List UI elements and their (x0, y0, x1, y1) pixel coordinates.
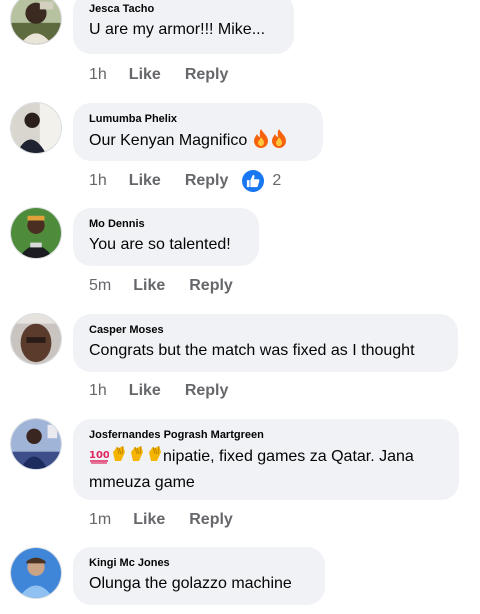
avatar[interactable] (10, 102, 62, 154)
comment-text-body: Our Kenyan Magnifico (89, 132, 248, 149)
like-button[interactable]: Like (133, 511, 165, 529)
like-button[interactable]: Like (129, 66, 161, 84)
reaction-summary[interactable]: 2 (242, 170, 281, 192)
comment-bubble: Mo Dennis You are so talented! (73, 208, 259, 266)
like-button[interactable]: Like (129, 382, 161, 400)
comment-actions: 1h Like Reply (89, 381, 252, 401)
comment-bubble: Josfernandes Pogrash Martgreen 100 nipati… (73, 419, 459, 500)
comment-author[interactable]: Mo Dennis (89, 217, 242, 231)
comment-timestamp[interactable]: 1h (89, 66, 107, 84)
comment-bubble: Kingi Mc Jones Olunga the golazzo machin… (73, 547, 325, 605)
svg-text:100: 100 (89, 450, 109, 461)
comment-timestamp[interactable]: 1h (89, 172, 107, 190)
comment-actions: 5m Like Reply (89, 276, 257, 296)
comment-bubble: Lumumba Phelix Our Kenyan Magnifico (73, 103, 323, 161)
comments-thread: Jesca Tacho U are my armor!!! Mike... 1h… (0, 0, 480, 614)
comment-text: U are my armor!!! Mike... (89, 21, 266, 38)
clapping-hands-emoji-icon (109, 444, 127, 471)
comment-text: Our Kenyan Magnifico (89, 128, 306, 155)
reply-button[interactable]: Reply (185, 172, 229, 190)
comment-timestamp[interactable]: 1m (89, 511, 111, 529)
comment-author[interactable]: Casper Moses (89, 323, 441, 337)
reply-button[interactable]: Reply (189, 277, 233, 295)
avatar[interactable] (10, 207, 62, 259)
reply-button[interactable]: Reply (189, 511, 233, 529)
avatar[interactable] (10, 313, 62, 365)
comment-actions: 1m Like Reply (89, 510, 257, 530)
comment-bubble: Jesca Tacho U are my armor!!! Mike... (73, 0, 294, 54)
comment-author[interactable]: Lumumba Phelix (89, 112, 306, 126)
clapping-hands-emoji-icon (127, 444, 145, 471)
comment-timestamp[interactable]: 5m (89, 277, 111, 295)
clapping-hands-emoji-icon (145, 444, 163, 471)
comment-actions: 1h Like Reply (89, 65, 252, 85)
hundred-points-emoji-icon: 100 (89, 446, 110, 471)
avatar[interactable] (10, 418, 62, 470)
comment-actions: 1h Like Reply 2 (89, 170, 281, 192)
comment-text: Olunga the golazzo machine (89, 575, 292, 592)
fire-emoji-icon (270, 128, 288, 155)
comment-text-line1: nipatie, fixed games za Qatar. Jana (163, 448, 414, 465)
comment-bubble: Casper Moses Congrats but the match was … (73, 314, 458, 372)
comment-author[interactable]: Jesca Tacho (89, 2, 277, 16)
avatar[interactable] (10, 547, 62, 599)
avatar[interactable] (10, 0, 62, 45)
like-button[interactable]: Like (133, 277, 165, 295)
thumbs-up-icon (242, 170, 265, 192)
comment-author[interactable]: Kingi Mc Jones (89, 556, 308, 570)
comment-text: You are so talented! (89, 236, 231, 253)
comment-text: 100 nipatie, fixed games za Qatar. Jana m… (89, 444, 442, 494)
reply-button[interactable]: Reply (185, 66, 229, 84)
comment-text-line2: mmeuza game (89, 474, 195, 491)
comment-text: Congrats but the match was fixed as I th… (89, 342, 415, 359)
comment-author[interactable]: Josfernandes Pogrash Martgreen (89, 428, 442, 442)
reaction-count: 2 (272, 172, 282, 189)
reply-button[interactable]: Reply (185, 382, 229, 400)
fire-emoji-icon (252, 128, 270, 155)
comment-timestamp[interactable]: 1h (89, 382, 107, 400)
like-button[interactable]: Like (129, 172, 161, 190)
